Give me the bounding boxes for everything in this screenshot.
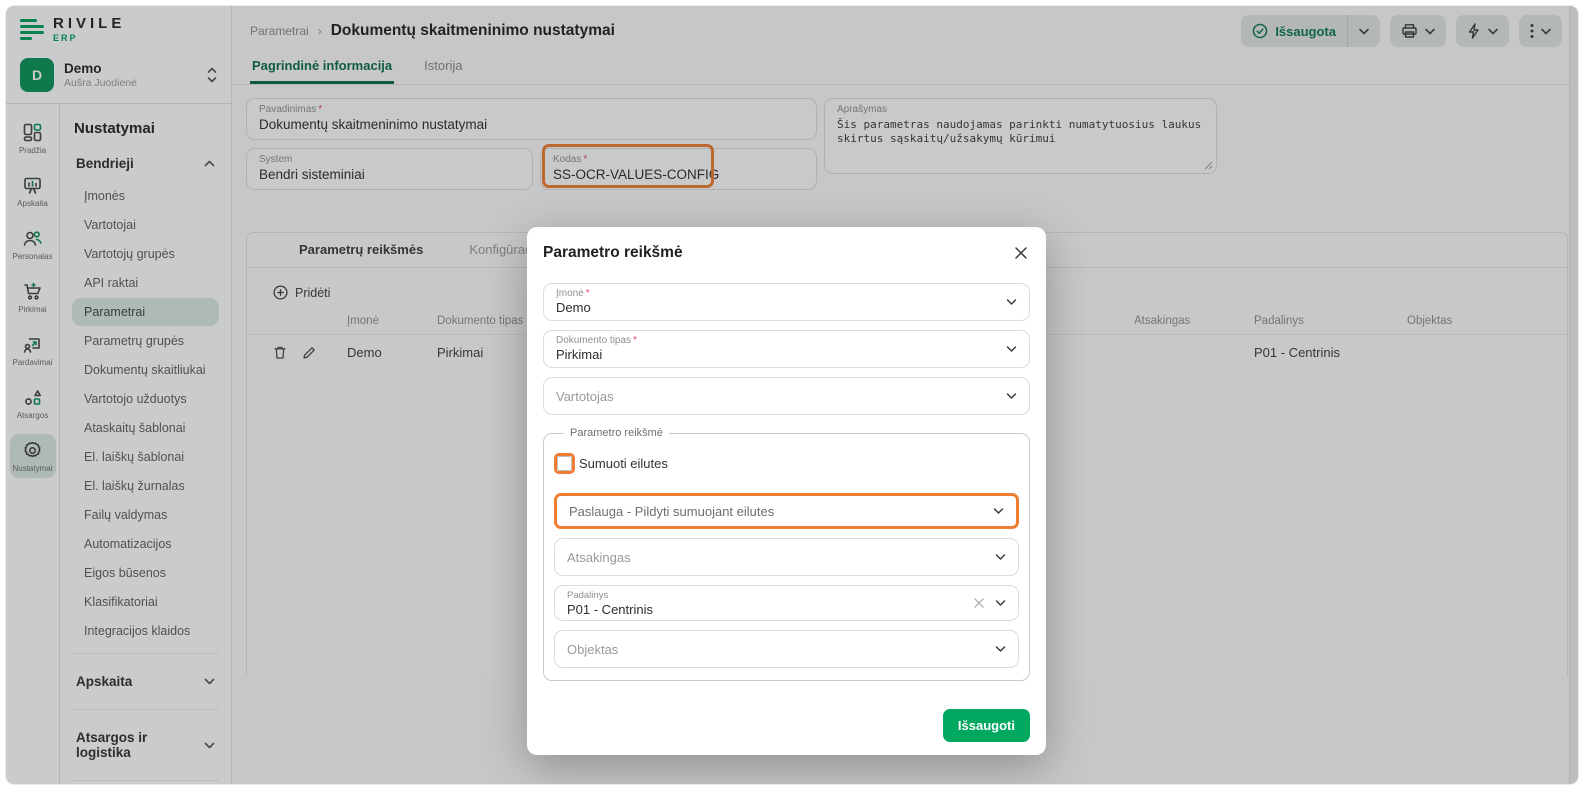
imone-select[interactable]: Įmonė* Demo [543,283,1030,321]
save-button[interactable]: Išsaugoti [943,709,1030,742]
imone-value: Demo [556,300,995,315]
objektas-select[interactable]: Objektas [554,630,1019,668]
chevron-down-icon [1006,393,1017,400]
chevron-down-icon [993,508,1004,515]
padalinys-select[interactable]: Padalinys P01 - Centrinis [554,585,1019,621]
sumuoti-eilutes-row: Sumuoti eilutes [554,453,1019,474]
app-window: RIVILE ERP D Demo Aušra Juodienė [6,6,1578,784]
clear-icon[interactable] [974,598,984,608]
paslauga-select[interactable]: Paslauga - Pildyti sumuojant eilutes [554,493,1019,529]
atsakingas-placeholder: Atsakingas [567,550,631,565]
required-mark: * [633,335,637,346]
chevron-down-icon [995,600,1006,607]
atsakingas-select[interactable]: Atsakingas [554,538,1019,576]
required-mark: * [586,288,590,299]
sumuoti-eilutes-checkbox[interactable] [557,456,572,471]
dokumento-tipas-value: Pirkimai [556,347,995,362]
modal-title: Parametro reikšmė [543,244,683,262]
objektas-placeholder: Objektas [567,642,618,657]
close-icon[interactable] [1012,244,1030,262]
vartotojas-select[interactable]: Vartotojas [543,377,1030,415]
dokumento-tipas-select[interactable]: Dokumento tipas* Pirkimai [543,330,1030,368]
paslauga-placeholder: Paslauga - Pildyti sumuojant eilutes [569,504,774,519]
checkbox-highlight-annotation [554,453,575,474]
group-legend: Parametro reikšmė [564,427,669,439]
vartotojas-placeholder: Vartotojas [556,389,614,404]
chevron-down-icon [995,646,1006,653]
chevron-down-icon [1006,346,1017,353]
padalinys-value: P01 - Centrinis [567,602,962,617]
sumuoti-eilutes-label: Sumuoti eilutes [579,456,668,471]
parametro-reiksme-group: Parametro reikšmė Sumuoti eilutes Paslau… [543,427,1030,681]
parameter-value-modal: Parametro reikšmė Įmonė* Demo Dokumento … [527,227,1046,755]
chevron-down-icon [1006,299,1017,306]
chevron-down-icon [995,554,1006,561]
